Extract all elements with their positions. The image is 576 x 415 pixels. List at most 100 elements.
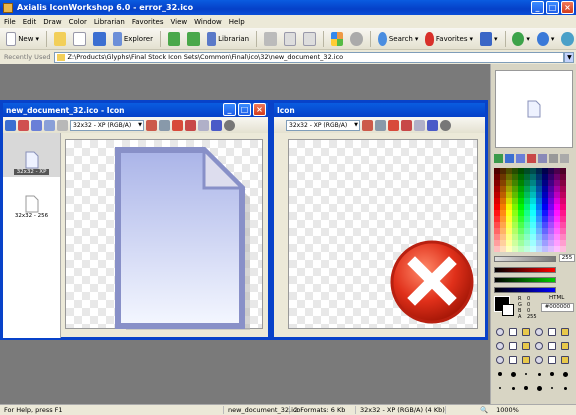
new-button[interactable]: New ▾ — [4, 30, 41, 48]
pointer-icon[interactable] — [494, 326, 506, 338]
dot-12-icon[interactable] — [559, 382, 571, 394]
doc-close-button[interactable]: × — [253, 103, 266, 116]
palette-icon[interactable] — [516, 154, 525, 163]
palette-icon[interactable] — [401, 119, 412, 131]
fill-icon[interactable] — [559, 326, 571, 338]
magic-wand-icon[interactable] — [520, 354, 532, 366]
cut-button[interactable] — [262, 30, 279, 48]
doc-minimize-button[interactable]: _ — [223, 103, 236, 116]
eyedropper-icon[interactable] — [507, 326, 519, 338]
grid-toggle-icon[interactable] — [414, 119, 425, 131]
close-palette-icon[interactable] — [560, 154, 569, 163]
format-item-xp[interactable]: 32x32 - XP — [3, 133, 60, 177]
select-icon[interactable] — [494, 354, 506, 366]
text-icon[interactable] — [559, 340, 571, 352]
spray-icon[interactable] — [546, 354, 558, 366]
path-dropdown-button[interactable]: ▼ — [564, 51, 575, 63]
format-item-256[interactable]: 32x32 - 256 — [3, 177, 60, 221]
dot-6-icon[interactable] — [559, 368, 571, 380]
dot-8-icon[interactable] — [507, 382, 519, 394]
format-select[interactable]: 32x32 - XP (RGB/A) — [70, 119, 144, 131]
dot-5-icon[interactable] — [546, 368, 558, 380]
blue-slider[interactable] — [494, 287, 556, 293]
image-icon[interactable] — [18, 119, 29, 131]
edit-canvas-document[interactable] — [65, 139, 263, 338]
image-icon[interactable] — [31, 119, 42, 131]
copy-button[interactable] — [282, 30, 299, 48]
line-icon[interactable] — [494, 340, 506, 352]
preview-icon[interactable] — [375, 119, 386, 131]
menu-color[interactable]: Color — [69, 18, 87, 26]
minimize-button[interactable]: _ — [531, 1, 544, 14]
green-slider[interactable] — [494, 277, 556, 283]
background-color-swatch[interactable] — [502, 304, 514, 316]
open-button[interactable] — [52, 30, 69, 48]
export-button[interactable] — [185, 30, 202, 48]
sort-icon[interactable] — [57, 119, 68, 131]
test-icon[interactable] — [172, 119, 183, 131]
dot-11-icon[interactable] — [546, 382, 558, 394]
polygon-icon[interactable] — [546, 340, 558, 352]
gradient-icon[interactable] — [533, 354, 545, 366]
background-icon[interactable] — [427, 119, 438, 131]
paste-button[interactable] — [301, 30, 318, 48]
grid-icon[interactable] — [362, 119, 373, 131]
shadow-icon[interactable] — [440, 119, 451, 131]
settings-button[interactable] — [348, 30, 365, 48]
dot-7-icon[interactable] — [494, 382, 506, 394]
doc-maximize-button[interactable]: □ — [238, 103, 251, 116]
eyedropper-icon[interactable] — [549, 154, 558, 163]
shadow-icon[interactable] — [224, 119, 235, 131]
menu-window[interactable]: Window — [194, 18, 222, 26]
pencil-icon[interactable] — [520, 326, 532, 338]
menu-favorites[interactable]: Favorites — [132, 18, 164, 26]
explorer-button[interactable]: Explorer — [111, 30, 155, 48]
edit-canvas-error[interactable] — [288, 139, 478, 329]
clone-icon[interactable] — [559, 354, 571, 366]
background-icon[interactable] — [211, 119, 222, 131]
grid-icon[interactable] — [146, 119, 157, 131]
preview-icon[interactable] — [159, 119, 170, 131]
menu-draw[interactable]: Draw — [43, 18, 61, 26]
ellipse-icon[interactable] — [533, 340, 545, 352]
rounded-rect-icon[interactable] — [520, 340, 532, 352]
rectangle-icon[interactable] — [507, 340, 519, 352]
document-title-bar[interactable]: new_document_32.ico - Icon _ □ × — [3, 103, 268, 117]
save-palette-icon[interactable] — [505, 154, 514, 163]
librarian-button[interactable]: Librarian — [205, 30, 251, 48]
lasso-icon[interactable] — [507, 354, 519, 366]
help-button[interactable]: ▾ — [535, 30, 557, 48]
alpha-slider[interactable] — [494, 256, 556, 262]
layers-icon[interactable] — [44, 119, 55, 131]
menu-edit[interactable]: Edit — [23, 18, 37, 26]
dot-9-icon[interactable] — [520, 382, 532, 394]
alpha-value[interactable]: 255 — [559, 254, 575, 262]
brush-icon[interactable] — [533, 326, 545, 338]
dot-4-icon[interactable] — [533, 368, 545, 380]
dot-10-icon[interactable] — [533, 382, 545, 394]
windows-xp-button[interactable] — [329, 30, 346, 48]
menu-librarian[interactable]: Librarian — [94, 18, 125, 26]
status-zoom[interactable]: 1000% — [492, 406, 523, 414]
palette-icon[interactable] — [185, 119, 196, 131]
display-button[interactable]: ▾ — [478, 30, 500, 48]
palette-swatch[interactable] — [560, 246, 566, 252]
favorites-button[interactable]: Favorites ▾ — [423, 30, 475, 48]
update-button[interactable] — [559, 30, 576, 48]
path-field[interactable]: Z:\Products\Glyphs\Final Stock Icon Sets… — [54, 51, 565, 63]
test-icon[interactable] — [388, 119, 399, 131]
grid-icon[interactable] — [538, 154, 547, 163]
grid-toggle-icon[interactable] — [198, 119, 209, 131]
dot-2-icon[interactable] — [507, 368, 519, 380]
html-color-field[interactable]: #000000 — [541, 303, 574, 312]
search-button[interactable]: Search ▾ — [376, 30, 421, 48]
save-button[interactable] — [91, 30, 108, 48]
dot-3-icon[interactable] — [520, 368, 532, 380]
save-icon[interactable] — [5, 119, 16, 131]
red-slider[interactable] — [494, 267, 556, 273]
menu-help[interactable]: Help — [229, 18, 245, 26]
menu-view[interactable]: View — [171, 18, 188, 26]
swatch-icon[interactable] — [527, 154, 536, 163]
document-title-bar[interactable]: Icon — [274, 103, 485, 117]
dot-1-icon[interactable] — [494, 368, 506, 380]
